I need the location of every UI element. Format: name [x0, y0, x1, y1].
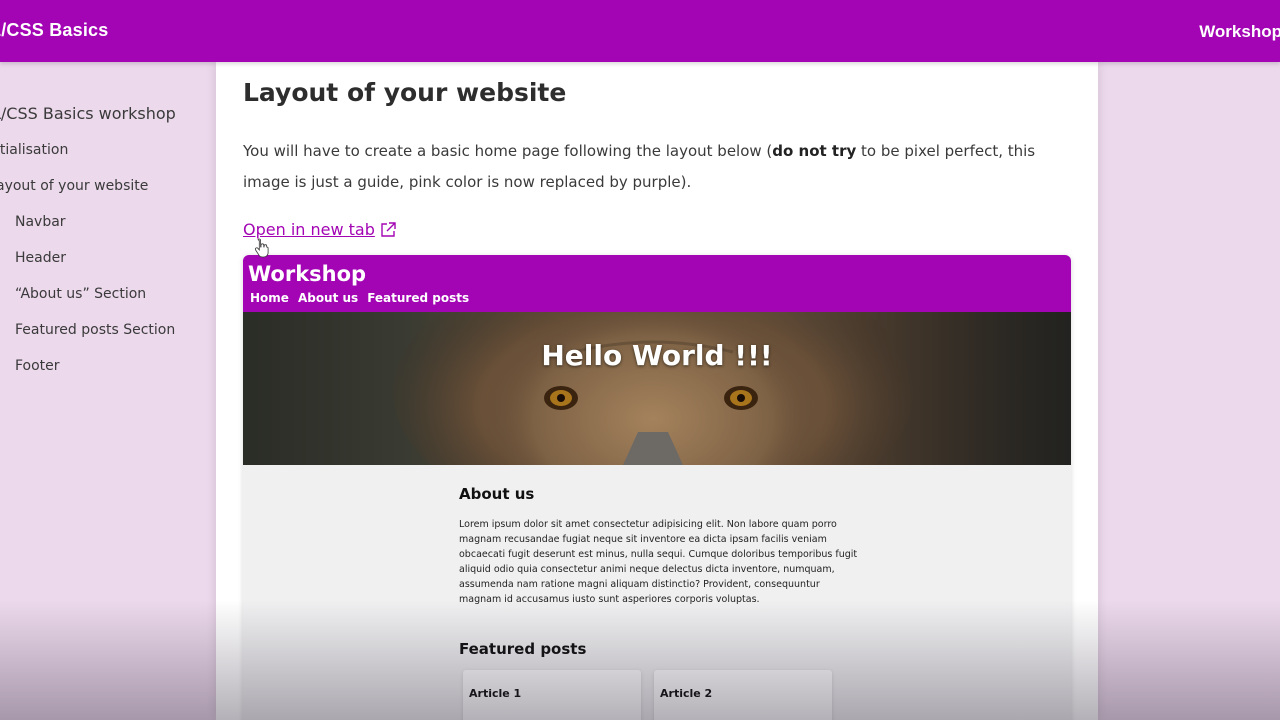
preview-hero-image: Hello World !!!: [243, 312, 1071, 465]
site-brand[interactable]: L/CSS Basics: [0, 20, 108, 41]
workshop-link[interactable]: Workshop: [1199, 22, 1280, 42]
sidebar: L/CSS Basics workshop itialisation ayout…: [0, 62, 216, 720]
preview-brand: Workshop: [248, 262, 367, 286]
sidebar-item-footer[interactable]: Footer: [15, 358, 60, 374]
sidebar-item-navbar[interactable]: Navbar: [15, 214, 66, 230]
open-link-label: Open in new tab: [243, 220, 375, 239]
intro-paragraph: You will have to create a basic home pag…: [243, 136, 1063, 198]
hand-cursor-icon: [254, 238, 270, 258]
preview-nav-links: Home About us Featured posts: [250, 291, 469, 305]
intro-bold: do not try: [772, 142, 857, 160]
sidebar-item-featured-posts[interactable]: Featured posts Section: [15, 322, 175, 338]
page-title: Layout of your website: [243, 78, 567, 107]
layout-preview-image: Workshop Home About us Featured posts He…: [243, 255, 1071, 720]
top-navbar: L/CSS Basics Workshop: [0, 0, 1280, 62]
sidebar-item-about-us[interactable]: “About us” Section: [15, 286, 146, 302]
main-content: Layout of your website You will have to …: [216, 62, 1098, 720]
preview-about-title: About us: [459, 485, 535, 503]
preview-article-card: Article 1: [463, 670, 641, 720]
preview-nav-home: Home: [250, 291, 289, 305]
preview-article-title: Article 2: [660, 687, 713, 700]
preview-navbar: Workshop Home About us Featured posts: [243, 255, 1071, 312]
preview-hero-title: Hello World !!!: [541, 339, 773, 372]
preview-article-card: Article 2: [654, 670, 832, 720]
sidebar-item-layout[interactable]: ayout of your website: [0, 178, 148, 194]
right-margin: [1098, 62, 1280, 720]
open-in-new-tab-link[interactable]: Open in new tab: [243, 220, 397, 239]
intro-text-1: You will have to create a basic home pag…: [243, 142, 773, 160]
preview-article-title: Article 1: [469, 687, 522, 700]
preview-featured-title: Featured posts: [459, 640, 587, 658]
sidebar-item-initialisation[interactable]: itialisation: [0, 142, 68, 158]
sidebar-title[interactable]: L/CSS Basics workshop: [0, 104, 176, 123]
preview-nav-about: About us: [297, 291, 359, 305]
sidebar-item-header[interactable]: Header: [15, 250, 66, 266]
preview-about-text: Lorem ipsum dolor sit amet consectetur a…: [459, 519, 858, 605]
preview-nav-featured: Featured posts: [367, 291, 470, 305]
external-link-icon: [379, 221, 397, 239]
lion-face-illustration: [393, 312, 913, 465]
